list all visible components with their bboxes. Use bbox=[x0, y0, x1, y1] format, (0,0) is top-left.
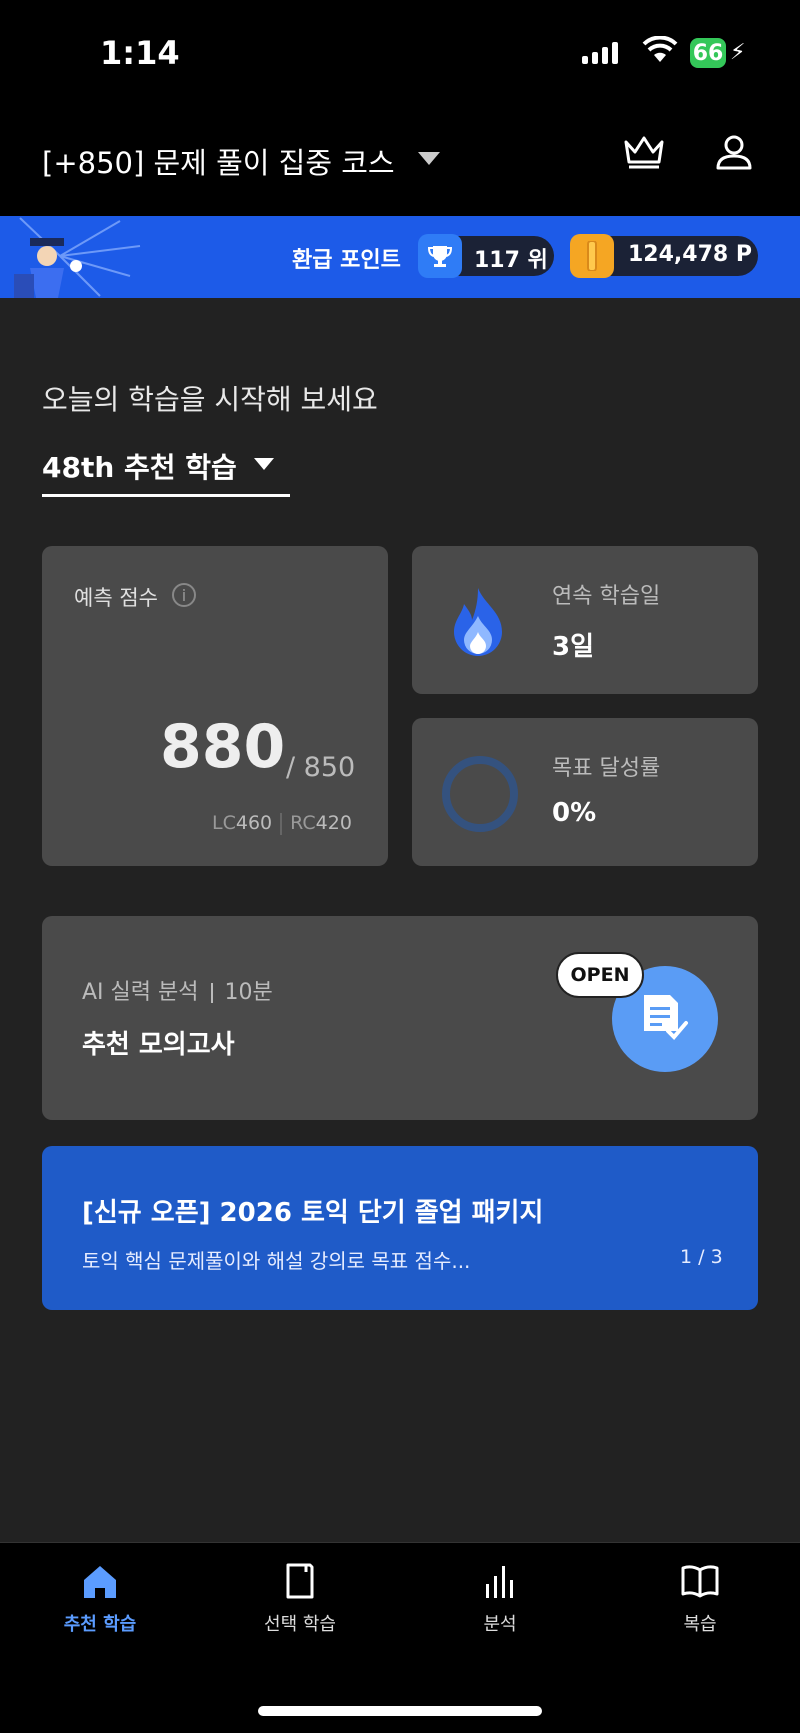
info-icon[interactable]: i bbox=[172, 583, 196, 607]
rc-score: 420 bbox=[315, 812, 352, 834]
study-session-select[interactable]: 48th 추천 학습 bbox=[42, 446, 237, 486]
home-icon bbox=[84, 1566, 116, 1598]
wifi-icon bbox=[642, 36, 678, 62]
streak-label: 연속 학습일 bbox=[552, 584, 661, 609]
rank-value: 117 위 bbox=[474, 248, 548, 273]
nav-label: 추천 학습 bbox=[63, 1614, 137, 1635]
divider bbox=[280, 812, 283, 835]
nav-label: 복습 bbox=[683, 1614, 717, 1635]
open-book-icon bbox=[681, 1565, 719, 1598]
mock-test-duration: 10분 bbox=[224, 980, 273, 1005]
mock-test-title: 추천 모의고사 bbox=[82, 1030, 235, 1060]
lc-rc-breakdown: LC460 RC420 bbox=[212, 812, 352, 835]
nav-label: 분석 bbox=[483, 1614, 517, 1635]
open-badge: OPEN bbox=[556, 952, 644, 998]
course-title[interactable]: [+850] 문제 풀이 집중 코스 bbox=[42, 140, 395, 182]
refund-point-label: 환급 포인트 bbox=[292, 248, 401, 273]
rc-label: RC bbox=[290, 812, 316, 834]
promo-title: [신규 오픈] 2026 토익 단기 졸업 패키지 bbox=[82, 1198, 544, 1228]
user-icon[interactable] bbox=[714, 134, 754, 170]
mock-test-type: AI 실력 분석 bbox=[82, 980, 199, 1005]
trophy-icon bbox=[418, 234, 462, 278]
select-underline bbox=[42, 494, 290, 497]
lc-label: LC bbox=[212, 812, 236, 834]
chevron-down-icon[interactable] bbox=[418, 152, 440, 165]
graduate-illustration bbox=[14, 217, 141, 298]
promo-description: 토익 핵심 문제풀이와 해설 강의로 목표 점수... bbox=[82, 1249, 471, 1273]
nav-label: 선택 학습 bbox=[264, 1614, 336, 1635]
predicted-score-label: 예측 점수 bbox=[74, 586, 158, 610]
coin-icon bbox=[570, 234, 614, 278]
chevron-down-icon[interactable] bbox=[254, 458, 274, 470]
target-score: / 850 bbox=[286, 752, 356, 783]
mock-test-subtitle: AI 실력 분석 10분 bbox=[82, 974, 273, 1006]
home-indicator[interactable] bbox=[258, 1706, 542, 1716]
battery-icon: 66 bbox=[690, 38, 726, 68]
flame-icon bbox=[454, 588, 502, 656]
crown-icon[interactable] bbox=[622, 134, 666, 170]
nav-item-review[interactable]: 복습 bbox=[600, 1562, 800, 1636]
goal-progress-ring bbox=[442, 756, 518, 832]
predicted-score-value: 880 bbox=[160, 712, 286, 782]
goal-rate-value: 0% bbox=[552, 798, 597, 828]
goal-rate-label: 목표 달성률 bbox=[552, 756, 661, 781]
points-value: 124,478 P bbox=[628, 242, 752, 267]
promo-page-indicator: 1 / 3 bbox=[680, 1246, 723, 1268]
signal-icon bbox=[582, 40, 618, 64]
divider bbox=[210, 983, 213, 1003]
chart-icon bbox=[486, 1566, 513, 1598]
nav-item-selected[interactable]: 선택 학습 bbox=[200, 1562, 400, 1636]
status-time: 1:14 bbox=[100, 34, 180, 72]
charging-icon: ⚡ bbox=[730, 40, 746, 65]
nav-item-recommended[interactable]: 추천 학습 bbox=[0, 1562, 200, 1636]
book-icon bbox=[286, 1563, 314, 1599]
lc-score: 460 bbox=[235, 812, 273, 834]
streak-value: 3일 bbox=[552, 632, 595, 662]
nav-item-analysis[interactable]: 분석 bbox=[400, 1562, 600, 1636]
greeting-text: 오늘의 학습을 시작해 보세요 bbox=[42, 383, 378, 416]
